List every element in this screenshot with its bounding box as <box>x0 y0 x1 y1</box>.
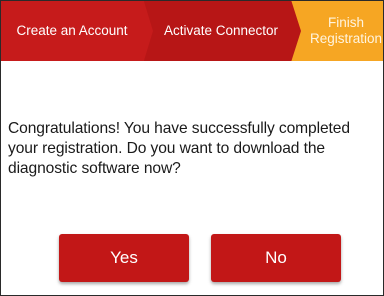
step-label: Create an Account <box>16 23 128 38</box>
confirmation-message: Congratulations! You have successfully c… <box>8 120 350 177</box>
step-finish-registration: Finish Registration <box>291 1 383 61</box>
step-create-account: Create an Account <box>1 1 153 61</box>
registration-progress-bar: Create an Account Activate Connector Fin… <box>1 1 383 61</box>
step-label: Activate Connector <box>163 23 279 38</box>
no-button[interactable]: No <box>211 234 341 282</box>
no-button-label: No <box>265 248 287 267</box>
yes-button[interactable]: Yes <box>59 234 189 282</box>
yes-button-label: Yes <box>110 248 138 267</box>
step-activate-connector: Activate Connector <box>141 1 301 61</box>
registration-screen: Create an Account Activate Connector Fin… <box>0 0 384 296</box>
step-label: Finish Registration <box>309 15 383 46</box>
